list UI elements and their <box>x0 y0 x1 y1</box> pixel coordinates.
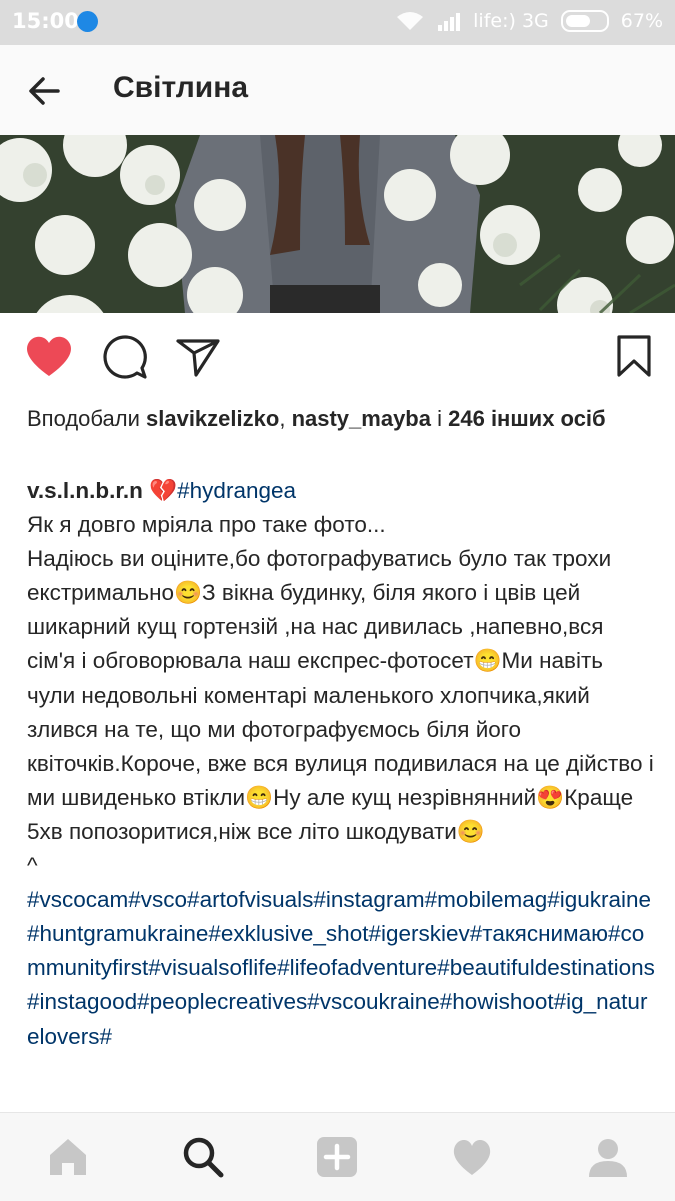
add-icon[interactable] <box>315 1135 359 1179</box>
likes-and: і <box>437 406 442 431</box>
smile-emoji-2: 😊 <box>456 818 485 844</box>
broken-heart-emoji: 💔 <box>149 478 178 503</box>
photo-image <box>0 135 675 313</box>
activity-heart-icon[interactable] <box>450 1135 494 1179</box>
send-icon[interactable] <box>174 333 222 381</box>
likes-summary[interactable]: Вподобали slavikzelizko, nasty_mayba і 2… <box>27 402 652 435</box>
app-bar: Світлина <box>0 45 675 135</box>
back-arrow-icon[interactable] <box>24 71 64 111</box>
status-bar: 15:00 life:) 3G 67% <box>0 0 675 45</box>
wifi-icon <box>397 12 424 30</box>
grin-emoji-2: 😁 <box>245 784 274 810</box>
home-icon[interactable] <box>46 1135 90 1179</box>
caption-username[interactable]: v.s.l.n.b.r.n <box>27 478 143 503</box>
caption-line-1: Як я довго мріяла про таке фото... <box>27 512 386 538</box>
profile-icon[interactable] <box>586 1135 630 1179</box>
comment-icon[interactable] <box>101 333 149 381</box>
liker-link-2[interactable]: nasty_mayba <box>292 406 431 431</box>
caption-caret: ^ <box>27 853 38 879</box>
bookmark-icon[interactable] <box>614 333 654 379</box>
bottom-navigation <box>0 1112 675 1201</box>
post-actions <box>0 325 675 389</box>
search-icon[interactable] <box>181 1135 225 1179</box>
hashtag-link[interactable]: #hydrangea <box>177 478 296 503</box>
heart-eyes-emoji: 😍 <box>536 784 565 810</box>
battery-percent: 67% <box>620 10 663 32</box>
signal-icon <box>438 13 461 31</box>
page-title: Світлина <box>113 71 249 104</box>
hashtags-list[interactable]: #vscocam#vsco#artofvisuals#instagram#mob… <box>27 887 655 1048</box>
carrier-label: life:) 3G <box>473 10 549 32</box>
caption-body-4: Ну але кущ незрівнянний <box>273 784 537 810</box>
likes-prefix: Вподобали <box>27 406 140 431</box>
liker-link-1[interactable]: slavikzelizko <box>146 406 279 431</box>
likes-others[interactable]: 246 інших осіб <box>448 406 606 431</box>
smile-emoji-1: 😊 <box>174 580 203 606</box>
heart-icon[interactable] <box>24 333 74 379</box>
post-caption: v.s.l.n.b.r.n 💔#hydrangea Як я довго мрі… <box>27 474 655 1054</box>
likes-separator: , <box>279 406 286 431</box>
post-photo[interactable] <box>0 135 675 313</box>
messenger-icon <box>77 11 98 32</box>
battery-icon <box>560 10 609 32</box>
status-right: life:) 3G 67% <box>395 10 663 32</box>
status-time: 15:00 <box>12 9 79 33</box>
grin-emoji-1: 😁 <box>473 648 502 674</box>
